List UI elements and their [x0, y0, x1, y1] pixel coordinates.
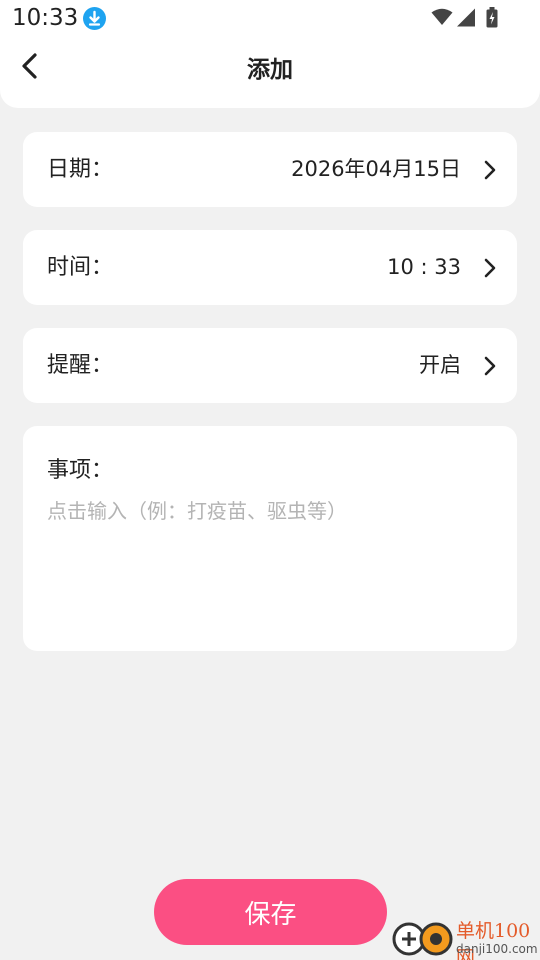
chevron-right-icon: [484, 258, 496, 278]
reminder-label: 提醒：: [47, 353, 114, 378]
add-reminder-screen: 10:33 添加 日期： 2026年04月15日 时间： 10: 33 提醒：…: [0, 0, 540, 960]
chevron-right-icon: [484, 160, 496, 180]
time-value: 10 : 33: [387, 255, 461, 279]
notes-card: 事项：: [23, 426, 517, 651]
status-time: 10:33: [12, 5, 79, 31]
wifi-icon: [431, 8, 453, 25]
time-label: 时间：: [47, 255, 114, 280]
chevron-right-icon: [484, 356, 496, 376]
notes-input[interactable]: [47, 496, 497, 636]
header: 10:33 添加: [0, 0, 540, 108]
notes-label: 事项：: [47, 458, 114, 483]
reminder-value: 开启: [419, 353, 461, 377]
page-title: 添加: [247, 57, 293, 83]
download-icon: [83, 7, 106, 30]
status-bar: 10:33: [0, 0, 540, 38]
reminder-row[interactable]: 提醒： 开启: [23, 328, 517, 403]
save-button[interactable]: 保存: [154, 879, 387, 945]
watermark-url: danji100.com: [456, 942, 538, 956]
date-value: 2026年04月15日: [291, 157, 461, 181]
time-row[interactable]: 时间： 10 : 33: [23, 230, 517, 305]
date-label: 日期：: [47, 157, 114, 182]
signal-icon: [457, 8, 475, 27]
date-row[interactable]: 日期： 2026年04月15日: [23, 132, 517, 207]
battery-icon: [486, 7, 498, 28]
watermark-logo-icon: [392, 922, 453, 956]
